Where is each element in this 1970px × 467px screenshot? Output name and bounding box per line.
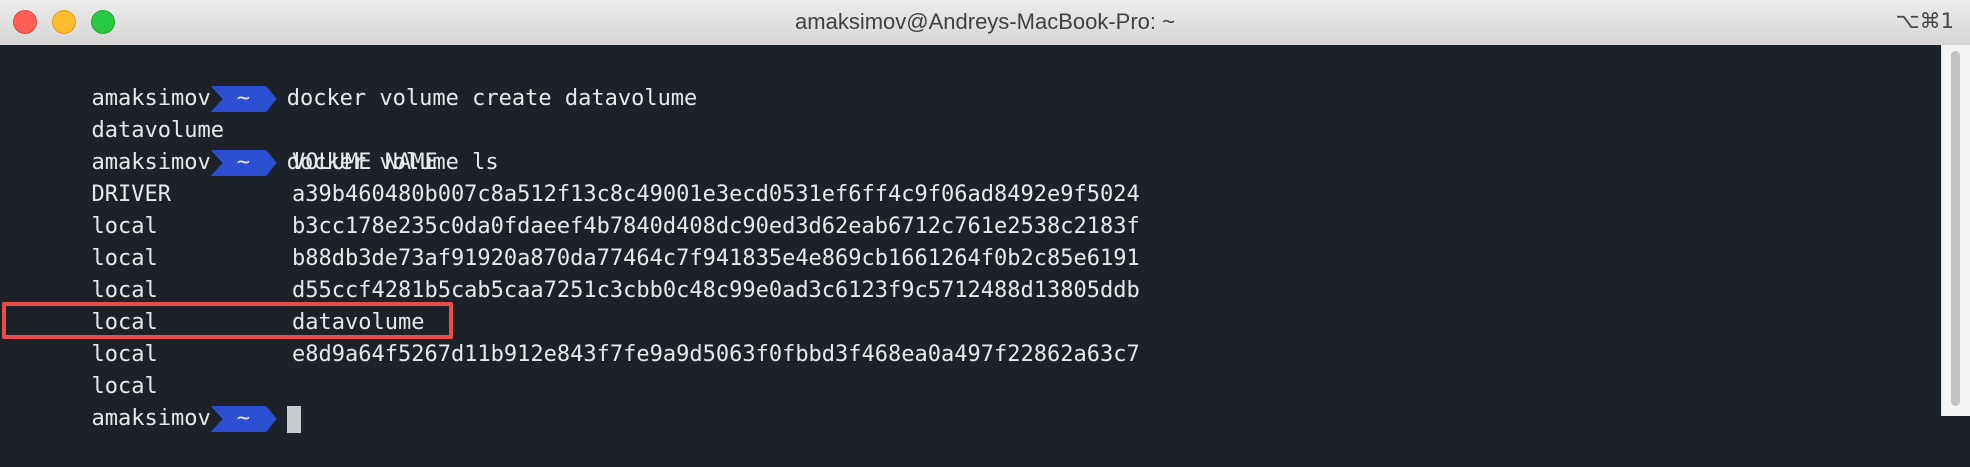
row-volume-name: datavolume — [292, 310, 425, 335]
row-volume-name: a39b460480b007c8a512f13c8c49001e3ecd0531… — [292, 182, 1140, 207]
prompt-dir: ~ — [236, 150, 250, 175]
output-line: datavolume — [12, 83, 223, 143]
table-row: local a39b460480b007c8a512f13c8c49001e3ec… — [12, 179, 1139, 239]
row-volume-name: e8d9a64f5267d11b912e843f7fe9a9d5063f0fbb… — [292, 342, 1140, 367]
row-volume-name: b3cc178e235c0da0fdaeef4b7840d408dc90ed3d… — [292, 214, 1140, 239]
prompt-line: amaksimov ~ docker volume ls — [12, 115, 498, 175]
column-header-volume-name: VOLUME NAME — [292, 150, 438, 175]
prompt-line: amaksimov ~ docker volume create datavolum… — [12, 51, 697, 111]
prompt-line: amaksimov ~ — [12, 371, 301, 433]
command-text: docker volume create datavolume — [286, 86, 698, 111]
terminal-window: amaksimov@Andreys-MacBook-Pro: ~ ⌥⌘1 ama… — [0, 0, 1970, 433]
scrollbar-track[interactable] — [1941, 45, 1970, 416]
table-header: DRIVER VOLUME NAME — [12, 147, 437, 207]
title-bar: amaksimov@Andreys-MacBook-Pro: ~ ⌥⌘1 — [0, 0, 1970, 46]
table-row: local b88db3de73af91920a870da77464c7f9418… — [12, 243, 1139, 303]
terminal-output[interactable]: amaksimov ~ docker volume create datavolum… — [0, 45, 1942, 433]
window-shortcut: ⌥⌘1 — [1895, 9, 1954, 33]
prompt-dir-segment: ~ — [211, 406, 277, 432]
table-row: local b3cc178e235c0da0fdaeef4b7840d408dc9… — [12, 211, 1139, 271]
window-title: amaksimov@Andreys-MacBook-Pro: ~ — [795, 9, 1175, 34]
prompt-dir-segment: ~ — [211, 150, 277, 176]
scrollbar-thumb[interactable] — [1951, 51, 1960, 406]
table-row: local e8d9a64f5267d11b912e843f7fe9a9d5063… — [12, 339, 1139, 399]
table-row: local d55ccf4281b5cab5caa7251c3cbb0c48c99… — [12, 275, 1139, 335]
row-volume-name: b88db3de73af91920a870da77464c7f941835e4e… — [292, 246, 1140, 271]
prompt-dir: ~ — [236, 86, 250, 111]
prompt-user: amaksimov — [91, 406, 211, 431]
text-cursor[interactable] — [286, 406, 301, 433]
table-row-highlighted: local datavolume — [12, 307, 424, 367]
row-volume-name: d55ccf4281b5cab5caa7251c3cbb0c48c99e0ad3… — [292, 278, 1140, 303]
prompt-dir: ~ — [236, 406, 250, 431]
